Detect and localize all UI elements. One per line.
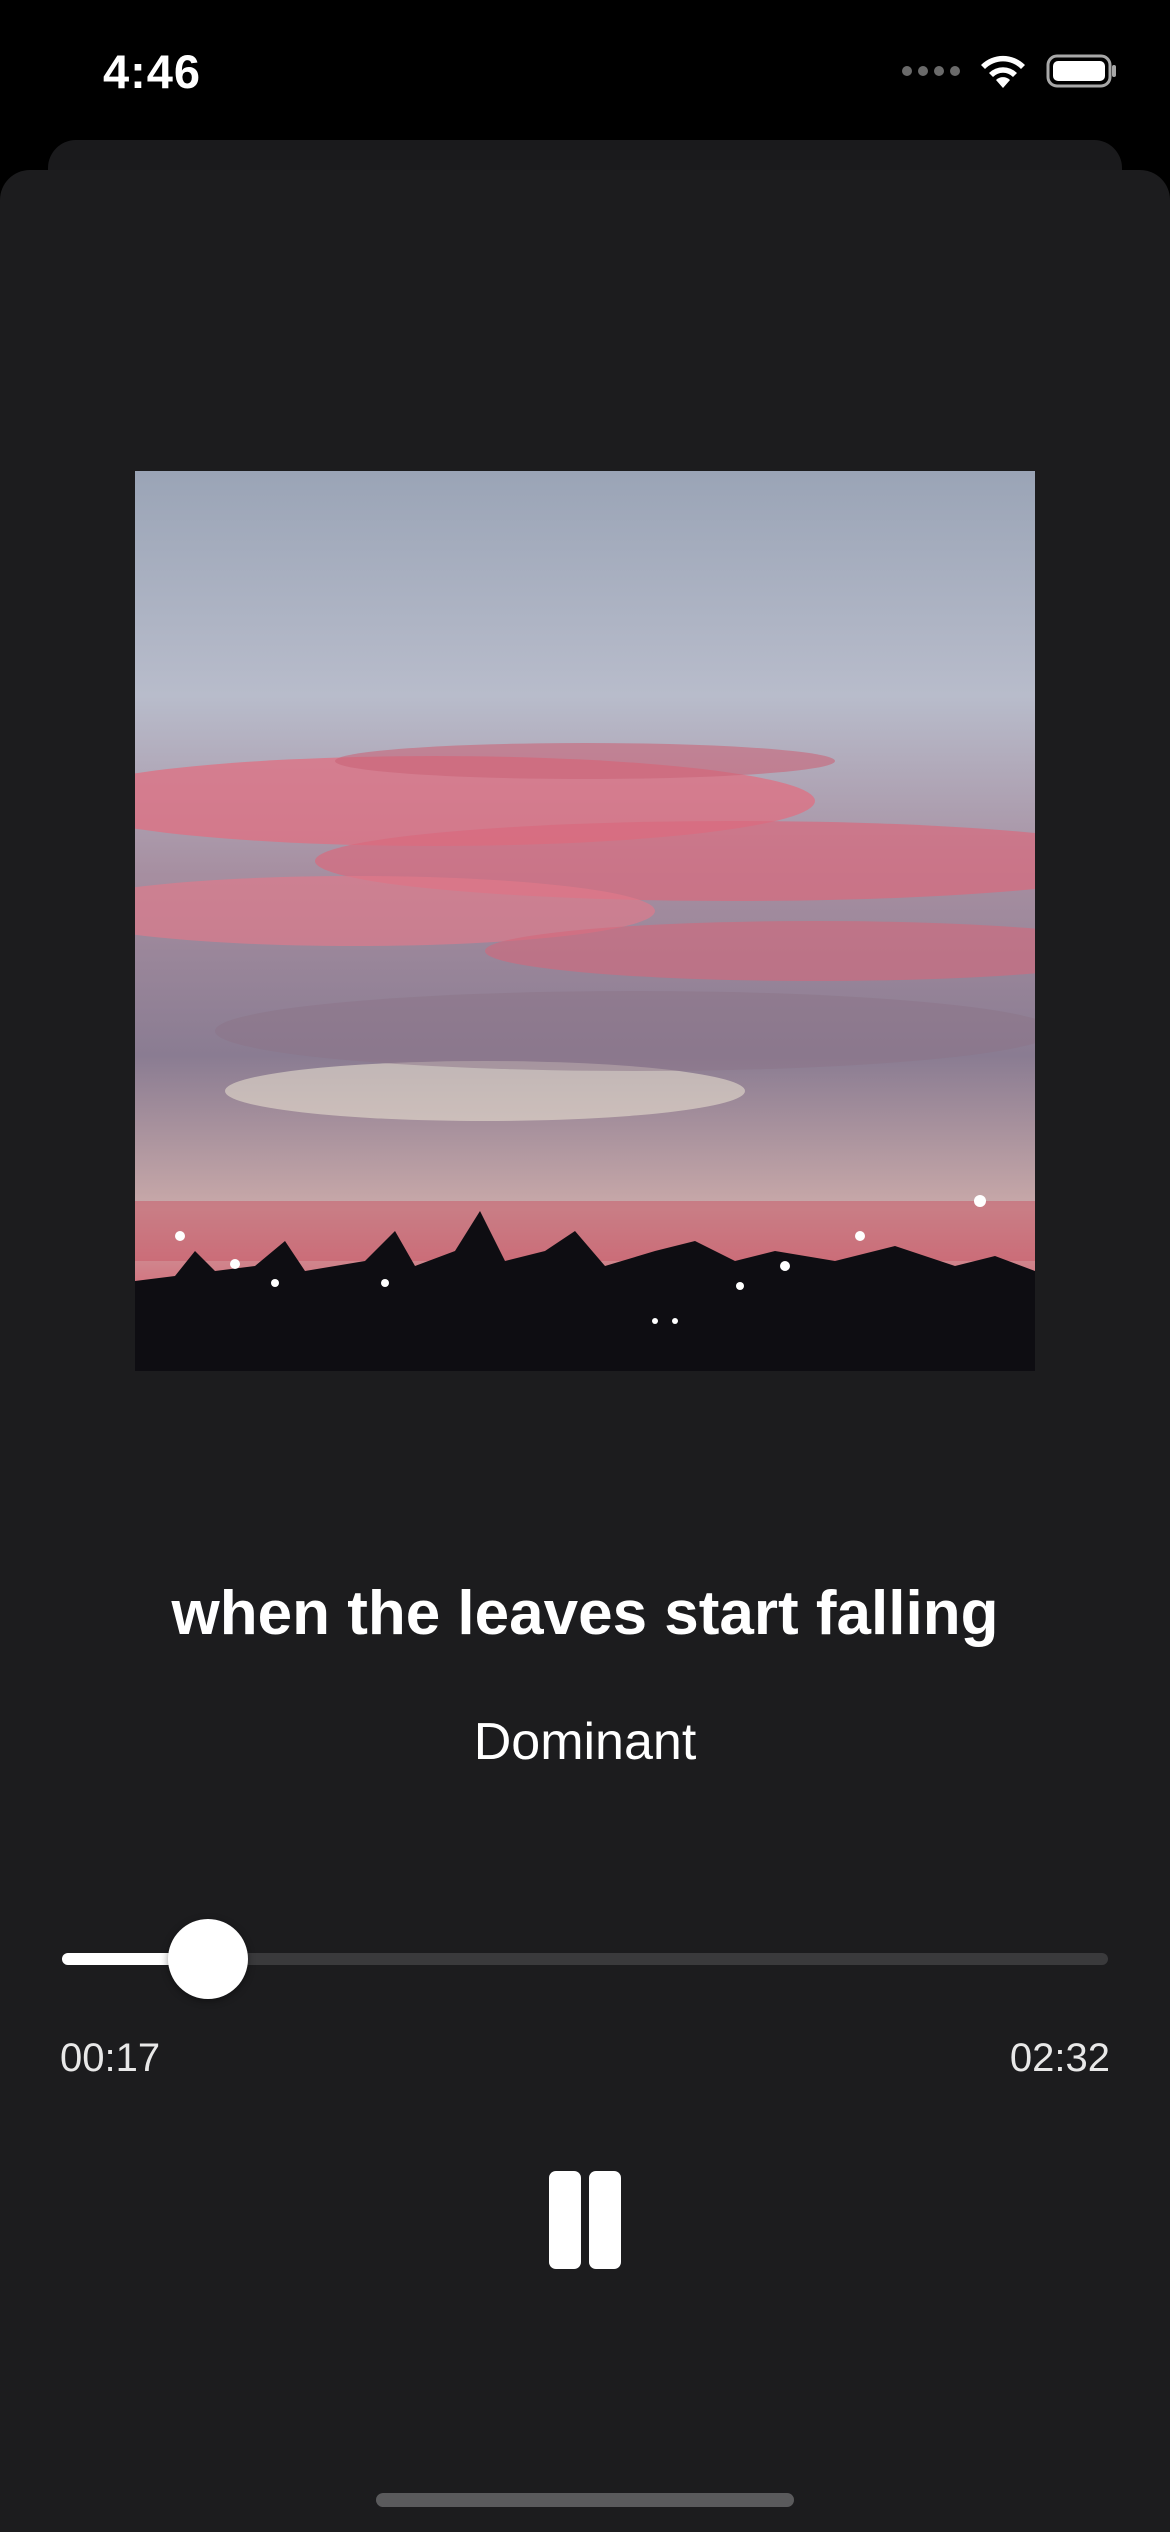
artist-name: Dominant bbox=[473, 1713, 697, 1771]
pause-icon bbox=[589, 2171, 621, 2269]
status-icons bbox=[902, 52, 1118, 90]
song-title: when the leaves start falling bbox=[171, 1579, 999, 1648]
signal-dots-icon bbox=[902, 66, 960, 76]
status-time: 4:46 bbox=[103, 45, 202, 98]
status-bar: 4:46 bbox=[0, 0, 1170, 140]
battery-icon bbox=[1046, 54, 1116, 88]
scrubber-thumb[interactable] bbox=[168, 1919, 249, 1999]
wifi-icon bbox=[981, 55, 1025, 88]
album-artwork bbox=[135, 471, 1035, 1371]
pause-icon bbox=[549, 2171, 581, 2269]
elapsed-time: 00:17 bbox=[60, 2036, 161, 2080]
pause-button[interactable] bbox=[535, 2160, 635, 2280]
total-duration: 02:32 bbox=[1009, 2036, 1110, 2080]
home-indicator[interactable] bbox=[376, 2493, 794, 2507]
playback-scrubber[interactable] bbox=[62, 1918, 1108, 1999]
